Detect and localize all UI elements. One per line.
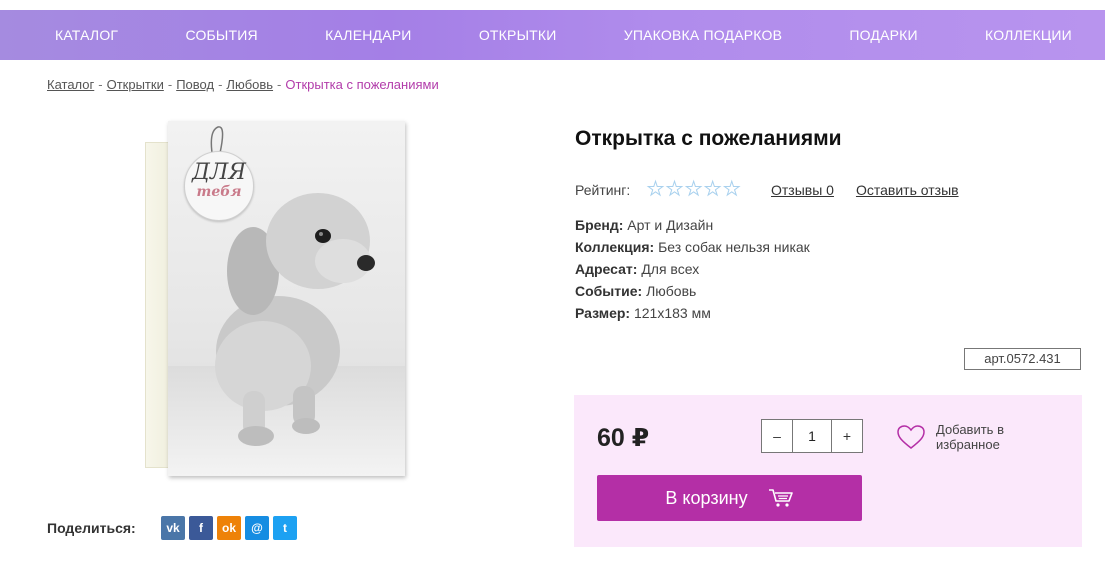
property-label: Коллекция: (575, 239, 655, 255)
odnoklassniki-icon[interactable]: ok (217, 516, 241, 540)
add-to-favorites-button[interactable]: Добавить в избранное (896, 422, 1026, 452)
property-brand: Бренд: Арт и Дизайн (575, 214, 810, 236)
property-label: Бренд: (575, 217, 624, 233)
main-nav: КАТАЛОГ СОБЫТИЯ КАЛЕНДАРИ ОТКРЫТКИ УПАКО… (0, 10, 1105, 60)
product-image[interactable]: ДЛЯ тебя (140, 118, 420, 483)
star-icon[interactable]: ★ (646, 180, 664, 200)
property-value: Арт и Дизайн (627, 217, 714, 233)
cart-icon (768, 488, 794, 508)
quantity-decrease-button[interactable]: – (762, 420, 792, 452)
nav-item-gift-wrapping[interactable]: УПАКОВКА ПОДАРКОВ (624, 27, 782, 43)
share-label: Поделиться: (47, 520, 136, 536)
heart-icon (897, 425, 925, 449)
star-icon[interactable]: ★ (723, 180, 741, 200)
breadcrumb-catalog[interactable]: Каталог (47, 77, 94, 92)
property-event: Событие: Любовь (575, 280, 810, 302)
nav-item-calendars[interactable]: КАЛЕНДАРИ (325, 27, 411, 43)
moimir-icon[interactable]: @ (245, 516, 269, 540)
reviews-link[interactable]: Отзывы 0 (771, 182, 834, 198)
property-recipient: Адресат: Для всех (575, 258, 810, 280)
add-to-cart-button[interactable]: В корзину (597, 475, 862, 521)
vk-icon[interactable]: vk (161, 516, 185, 540)
breadcrumb-separator: - (167, 77, 173, 92)
breadcrumb-occasion[interactable]: Повод (176, 77, 214, 92)
card-image: ДЛЯ тебя (168, 121, 405, 476)
nav-item-gifts[interactable]: ПОДАРКИ (849, 27, 917, 43)
add-to-cart-label: В корзину (665, 487, 748, 508)
property-value: Любовь (646, 283, 697, 299)
leave-review-link[interactable]: Оставить отзыв (856, 182, 959, 198)
property-value: Без собак нельзя никак (658, 239, 810, 255)
property-label: Размер: (575, 305, 631, 321)
nav-item-collections[interactable]: КОЛЛЕКЦИИ (985, 27, 1072, 43)
star-icon[interactable]: ★ (704, 180, 722, 200)
breadcrumb-separator: - (98, 77, 103, 92)
card-tag-line1: ДЛЯ (191, 160, 246, 185)
twitter-icon[interactable]: t (273, 516, 297, 540)
nav-item-events[interactable]: СОБЫТИЯ (185, 27, 257, 43)
rating-row: Рейтинг: ★ ★ ★ ★ ★ Отзывы 0 Оставить отзыв (575, 180, 959, 200)
star-icon[interactable]: ★ (685, 180, 703, 200)
quantity-stepper: – 1 + (761, 419, 863, 453)
property-value: 121x183 мм (633, 305, 711, 321)
property-size: Размер: 121x183 мм (575, 302, 810, 324)
property-value: Для всех (641, 261, 700, 277)
card-tag: ДЛЯ тебя (184, 151, 254, 221)
buy-box: 60 ₽ – 1 + Добавить в избранное В корзин… (574, 395, 1082, 547)
card-tag-line2: тебя (196, 184, 242, 200)
product-properties: Бренд: Арт и Дизайн Коллекция: Без собак… (575, 214, 810, 324)
quantity-increase-button[interactable]: + (832, 420, 862, 452)
property-label: Событие: (575, 283, 643, 299)
property-collection: Коллекция: Без собак нельзя никак (575, 236, 810, 258)
sku-badge: арт.0572.431 (964, 348, 1081, 370)
breadcrumb: Каталог - Открытки - Повод - Любовь - Открытка с… (47, 77, 439, 92)
breadcrumb-love[interactable]: Любовь (226, 77, 273, 92)
nav-item-catalog[interactable]: КАТАЛОГ (55, 27, 118, 43)
add-to-favorites-label: Добавить в избранное (936, 422, 1004, 452)
rating-stars[interactable]: ★ ★ ★ ★ ★ (646, 180, 771, 200)
share-block: Поделиться: vk f ok @ t (47, 516, 301, 540)
star-icon[interactable]: ★ (666, 180, 684, 200)
breadcrumb-separator: - (277, 77, 282, 92)
property-label: Адресат: (575, 261, 638, 277)
quantity-input[interactable]: 1 (792, 420, 832, 452)
breadcrumb-cards[interactable]: Открытки (107, 77, 164, 92)
product-title: Открытка с пожеланиями (575, 127, 842, 150)
price: 60 ₽ (597, 424, 650, 452)
nav-item-cards[interactable]: ОТКРЫТКИ (479, 27, 557, 43)
breadcrumb-separator: - (218, 77, 223, 92)
rating-label: Рейтинг: (575, 181, 631, 198)
facebook-icon[interactable]: f (189, 516, 213, 540)
breadcrumb-current: Открытка с пожеланиями (285, 77, 439, 92)
